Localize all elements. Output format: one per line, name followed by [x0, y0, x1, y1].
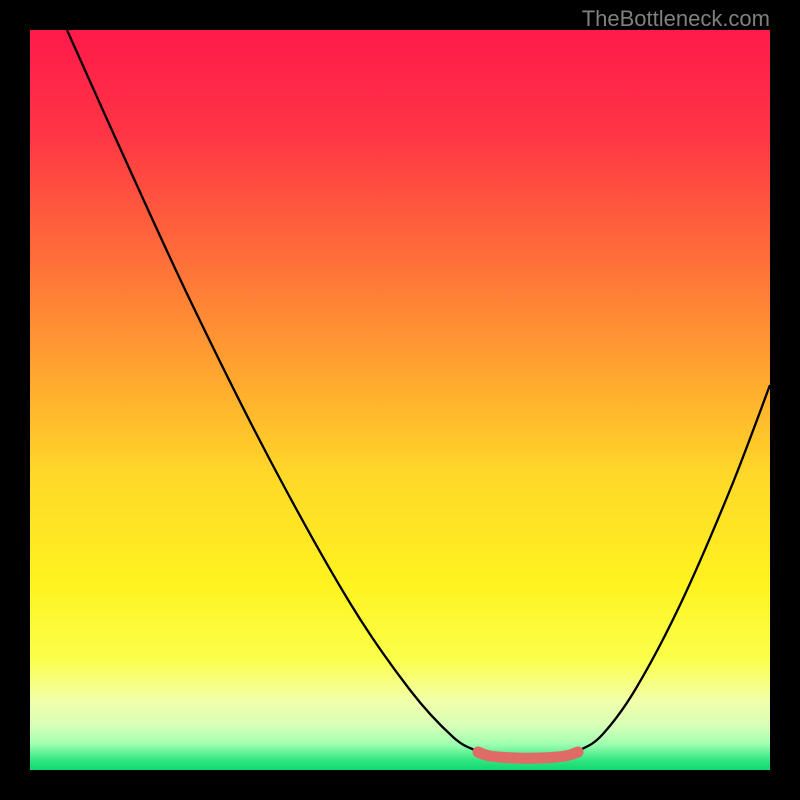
bottleneck-curve: [67, 30, 770, 758]
chart-frame: TheBottleneck.com: [0, 0, 800, 800]
plot-area: [30, 30, 770, 770]
highlight-segment: [478, 752, 578, 758]
curve-layer: [30, 30, 770, 770]
watermark-text: TheBottleneck.com: [582, 6, 770, 32]
